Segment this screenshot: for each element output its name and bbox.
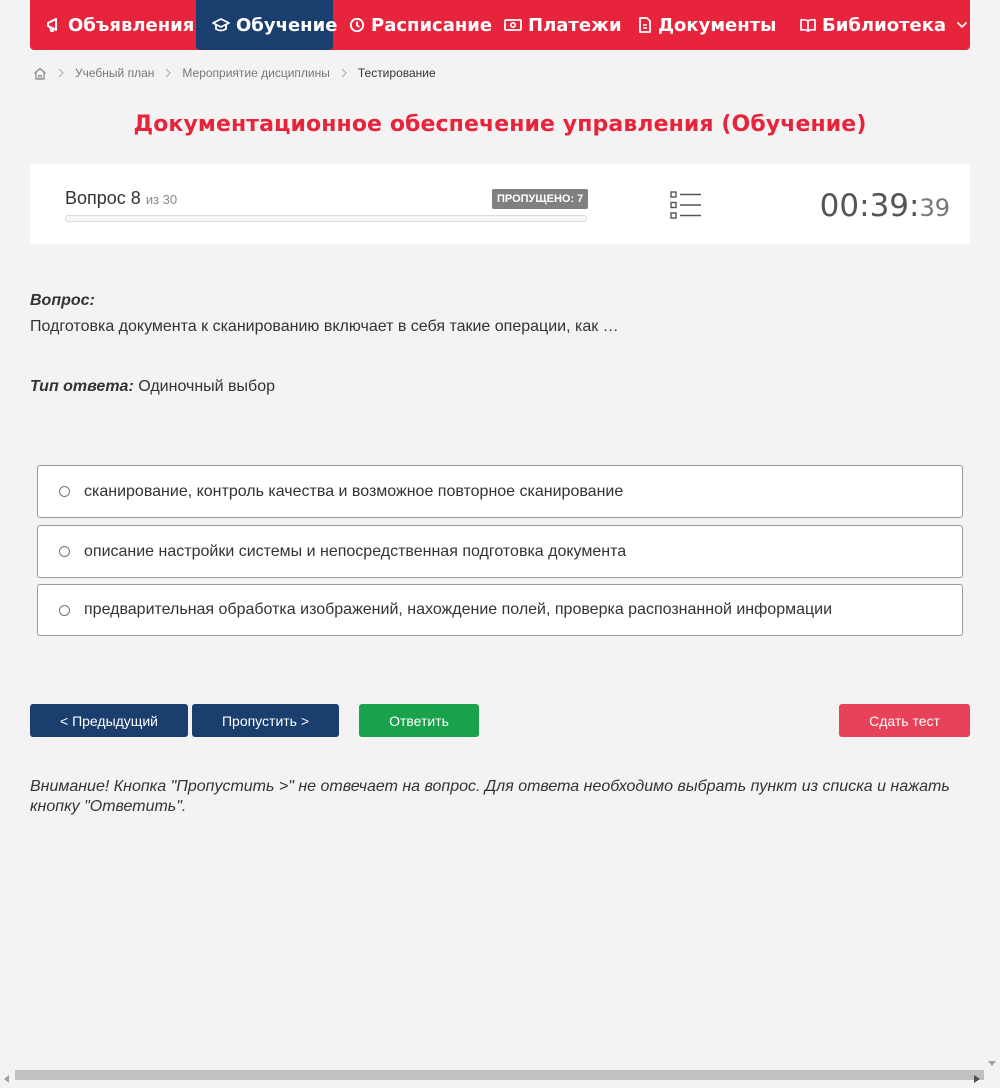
chevron-right-icon: [341, 68, 347, 78]
answer-radio[interactable]: [59, 604, 70, 616]
question-total: из 30: [145, 192, 178, 207]
breadcrumb-link[interactable]: Мероприятие дисциплины: [182, 66, 329, 80]
home-icon[interactable]: [33, 67, 47, 80]
scroll-right-arrow-icon[interactable]: [974, 1070, 980, 1088]
answer-radio[interactable]: [59, 546, 70, 557]
document-icon: [638, 16, 652, 34]
chevron-down-icon: [956, 21, 968, 29]
question-list-icon[interactable]: [670, 191, 702, 224]
nav-item-label: Библиотека: [822, 14, 947, 36]
answer-type: Тип ответа: Одиночный выбор: [30, 378, 275, 396]
nav-item-label: Расписание: [371, 14, 493, 36]
breadcrumb: Учебный план Мероприятие дисциплины Тест…: [33, 63, 436, 83]
skipped-badge: ПРОПУЩЕНО: 7: [492, 189, 589, 209]
nav-item-label: Объявления: [68, 14, 195, 36]
answer-button[interactable]: Ответить: [359, 704, 479, 737]
question-text: Подготовка документа к сканированию вклю…: [30, 318, 619, 335]
nav-item-announcements[interactable]: Объявления: [30, 0, 196, 50]
megaphone-icon: [46, 16, 62, 34]
nav-item-education[interactable]: Обучение: [196, 0, 337, 50]
previous-button[interactable]: < Предыдущий: [30, 704, 188, 737]
nav-item-label: Платежи: [528, 14, 622, 36]
scroll-left-arrow-icon[interactable]: [4, 1070, 10, 1088]
progress-bar: [65, 215, 587, 222]
question-heading: Вопрос:: [30, 292, 95, 309]
question-number: Вопрос 8: [65, 188, 141, 208]
money-icon: [504, 16, 522, 34]
nav-item-library[interactable]: Библиотека: [782, 0, 970, 50]
breadcrumb-current: Тестирование: [357, 66, 436, 80]
test-status-panel: Вопрос 8 из 30 ПРОПУЩЕНО: 7 00:39:39: [30, 164, 970, 244]
countdown-timer: 00:39:39: [820, 188, 950, 224]
answer-text[interactable]: сканирование, контроль качества и возмож…: [84, 483, 623, 501]
answer-text[interactable]: описание настройки системы и непосредств…: [84, 543, 626, 561]
answer-radio[interactable]: [59, 486, 70, 497]
scrollbar-thumb[interactable]: [15, 1070, 984, 1080]
answer-type-label: Тип ответа:: [30, 378, 134, 395]
graduation-cap-icon: [212, 16, 230, 34]
nav-item-label: Документы: [658, 14, 777, 36]
question-counter: Вопрос 8 из 30: [65, 188, 177, 209]
answer-text[interactable]: предварительная обработка изображений, н…: [84, 601, 832, 619]
timer-main: 00:39:: [819, 188, 920, 224]
nav-item-schedule[interactable]: Расписание: [333, 0, 492, 50]
chevron-right-icon: [58, 68, 64, 78]
breadcrumb-link[interactable]: Учебный план: [75, 66, 154, 80]
nav-item-label: Обучение: [236, 14, 338, 36]
skip-warning-notice: Внимание! Кнопка "Пропустить >" не отвеч…: [30, 778, 950, 815]
book-icon: [800, 16, 816, 34]
skip-button[interactable]: Пропустить >: [192, 704, 339, 737]
nav-item-payments[interactable]: Платежи: [488, 0, 622, 50]
chevron-right-icon: [165, 68, 172, 78]
clock-icon: [349, 16, 365, 34]
nav-item-documents[interactable]: Документы: [622, 0, 782, 50]
page-title: Документационное обеспечение управления …: [133, 112, 867, 137]
submit-test-button[interactable]: Сдать тест: [839, 704, 970, 737]
answer-type-value: Одиночный выбор: [138, 378, 275, 395]
answer-option[interactable]: сканирование, контроль качества и возмож…: [37, 465, 963, 518]
answer-option[interactable]: описание настройки системы и непосредств…: [37, 525, 963, 578]
scroll-down-arrow-icon[interactable]: [988, 1054, 996, 1072]
answer-list: сканирование, контроль качества и возмож…: [37, 465, 963, 636]
horizontal-scrollbar[interactable]: [0, 1066, 984, 1083]
timer-seconds: 39: [919, 194, 950, 222]
main-navbar: Объявления Обучение Расписание Платежи Д…: [30, 0, 970, 50]
answer-option[interactable]: предварительная обработка изображений, н…: [37, 584, 963, 636]
